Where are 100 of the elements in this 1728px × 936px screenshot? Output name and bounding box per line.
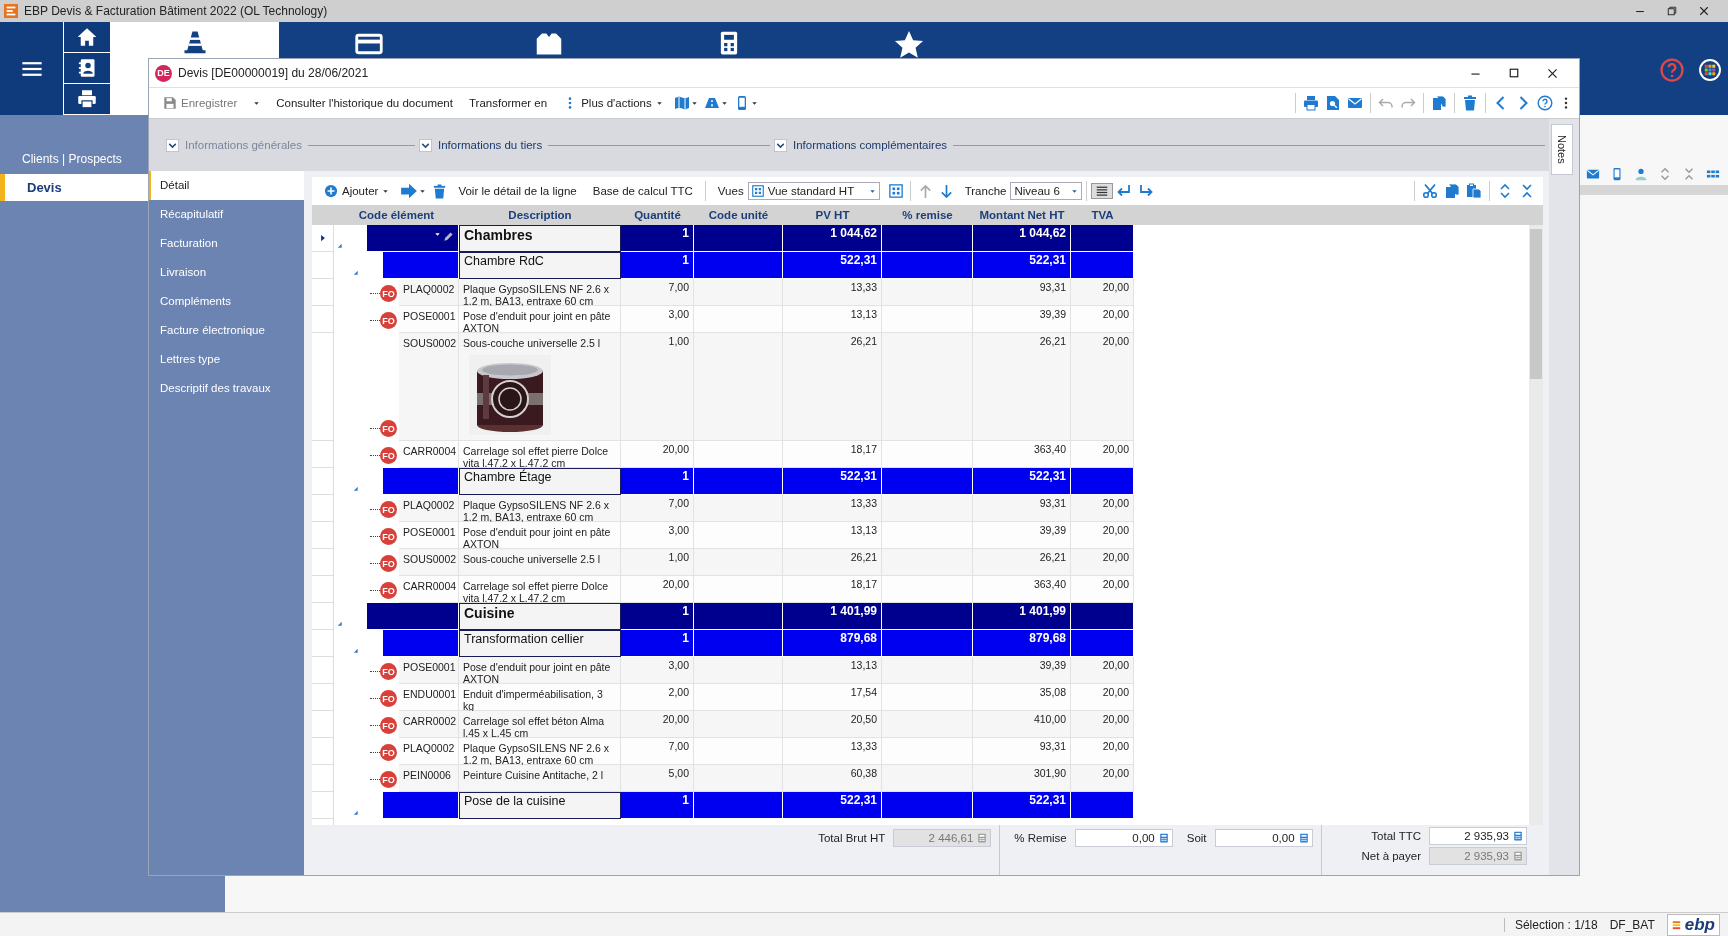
caret-icon[interactable] <box>690 99 698 107</box>
star-icon[interactable] <box>894 30 924 60</box>
section-header[interactable]: Informations complémentaires <box>793 139 948 151</box>
contacts-icon[interactable] <box>77 58 97 78</box>
amount-field[interactable]: 0,00 <box>1074 829 1173 847</box>
caret-icon[interactable] <box>750 99 758 107</box>
chevron-down-icon[interactable] <box>774 138 787 152</box>
home-icon[interactable] <box>77 27 97 47</box>
nav-item[interactable]: Récapitulatif <box>149 200 304 229</box>
arrow-right-icon[interactable] <box>400 182 419 200</box>
calculator-icon[interactable] <box>1298 833 1309 843</box>
chevron-down-icon[interactable] <box>419 138 432 152</box>
expand-icon[interactable] <box>1658 167 1672 181</box>
table-cell: 1,00 <box>621 549 694 576</box>
nav-item[interactable]: Facturation <box>149 229 304 258</box>
toolbar-button[interactable]: Voir le détail de la ligne <box>450 179 585 203</box>
tree-toggle-icon[interactable] <box>336 242 343 249</box>
printer-icon[interactable] <box>77 89 97 109</box>
tree-toggle-icon[interactable] <box>352 647 359 654</box>
type-badge: FO <box>380 312 397 329</box>
column-header[interactable]: Code unité <box>694 205 783 225</box>
close-icon[interactable] <box>1698 5 1710 17</box>
column-header[interactable]: PV HT <box>783 205 882 225</box>
apps-icon[interactable] <box>1698 58 1722 82</box>
total-label: Soit <box>1186 831 1207 844</box>
column-header[interactable]: % remise <box>882 205 973 225</box>
toolbar-button[interactable]: Transformer en <box>460 91 556 115</box>
indent-icon[interactable] <box>1138 183 1155 199</box>
grid-icon[interactable] <box>888 184 903 198</box>
nav-item[interactable]: Livraison <box>149 258 304 287</box>
return-icon[interactable] <box>1116 183 1133 199</box>
table-cell <box>1071 468 1134 495</box>
help-icon[interactable] <box>1537 95 1553 111</box>
grid-icon[interactable] <box>751 185 764 197</box>
notes-tab[interactable]: Notes <box>1551 124 1573 175</box>
plus-icon[interactable] <box>324 184 338 198</box>
section-header[interactable]: Informations du tiers <box>438 139 543 151</box>
copy-icon[interactable] <box>1431 95 1447 111</box>
tree-toggle-icon[interactable] <box>352 809 359 816</box>
road-icon[interactable] <box>703 95 720 111</box>
table-cell: Pose d'enduit pour joint en pâte AXTON <box>459 657 621 684</box>
redo-icon[interactable] <box>1400 95 1416 111</box>
table-cell: PLAQ0002 <box>399 495 459 522</box>
table-cell <box>1071 603 1134 630</box>
nav-item[interactable]: Détail <box>149 171 304 200</box>
nav-item[interactable]: Lettres type <box>149 345 304 374</box>
collapse-icon[interactable] <box>1519 183 1535 199</box>
delete-icon[interactable] <box>1462 95 1478 111</box>
caret-icon[interactable] <box>868 187 876 195</box>
help-icon[interactable] <box>1660 58 1684 82</box>
caret-icon[interactable] <box>1071 187 1079 195</box>
toolbar-button[interactable]: Plus d'actions <box>555 91 671 115</box>
caret-icon[interactable] <box>655 99 663 107</box>
scissors-icon[interactable] <box>1422 183 1438 199</box>
tree-toggle-icon[interactable] <box>352 485 359 492</box>
preview-icon[interactable] <box>1325 95 1341 111</box>
pencil-icon[interactable] <box>443 231 454 242</box>
print-icon[interactable] <box>1303 95 1319 111</box>
column-header[interactable]: Code élément <box>334 205 459 225</box>
copy-icon[interactable] <box>1444 183 1460 199</box>
sidebar-item[interactable]: Devis <box>0 174 148 201</box>
column-header[interactable]: Description <box>459 205 621 225</box>
delete-icon[interactable] <box>432 183 448 199</box>
undo-icon[interactable] <box>1378 95 1394 111</box>
chevron-down-icon[interactable] <box>166 138 179 152</box>
restore-icon[interactable] <box>1666 5 1678 17</box>
mail-icon[interactable] <box>1347 95 1363 111</box>
scrollbar[interactable] <box>1529 225 1543 825</box>
caret-icon[interactable] <box>720 99 728 107</box>
level-dropdown[interactable]: Niveau 6 <box>1010 182 1083 200</box>
column-header[interactable]: Montant Net HT <box>973 205 1071 225</box>
toolbar-button[interactable]: Consulter l'historique du document <box>268 91 461 115</box>
map-icon[interactable] <box>673 95 690 111</box>
close-icon[interactable] <box>1546 66 1559 80</box>
mail-icon[interactable] <box>1586 167 1600 181</box>
tree-toggle-icon[interactable] <box>352 269 359 276</box>
nav-item[interactable]: Facture électronique <box>149 316 304 345</box>
sidebar-header[interactable]: Clients | Prospects <box>22 152 122 166</box>
amount-field[interactable]: 2 935,93 <box>1429 827 1527 845</box>
add-button[interactable]: Ajouter <box>316 179 398 203</box>
caret-icon[interactable] <box>434 231 441 238</box>
person-icon[interactable] <box>1634 167 1648 181</box>
nav-item[interactable]: Compléments <box>149 287 304 316</box>
nav-item[interactable]: Descriptif des travaux <box>149 374 304 403</box>
column-header[interactable]: TVA <box>1071 205 1134 225</box>
view-dropdown[interactable]: Vue standard HT <box>747 182 880 200</box>
toolbar-button[interactable]: Base de calcul TTC <box>584 179 701 203</box>
traffic-cone-icon[interactable] <box>183 30 207 54</box>
paste-icon[interactable] <box>1466 183 1482 199</box>
list-icon[interactable] <box>1095 184 1110 198</box>
calculator-icon[interactable] <box>1513 831 1523 841</box>
amount-field[interactable]: 0,00 <box>1214 829 1313 847</box>
collapse-icon[interactable] <box>1682 167 1696 181</box>
calculator-icon[interactable] <box>1158 833 1169 843</box>
expand-icon[interactable] <box>1497 183 1513 199</box>
maximize-icon[interactable] <box>1508 66 1520 79</box>
caret-icon[interactable] <box>382 187 390 195</box>
caret-icon[interactable] <box>419 187 427 195</box>
tree-toggle-icon[interactable] <box>336 620 343 627</box>
column-header[interactable]: Quantité <box>621 205 694 225</box>
